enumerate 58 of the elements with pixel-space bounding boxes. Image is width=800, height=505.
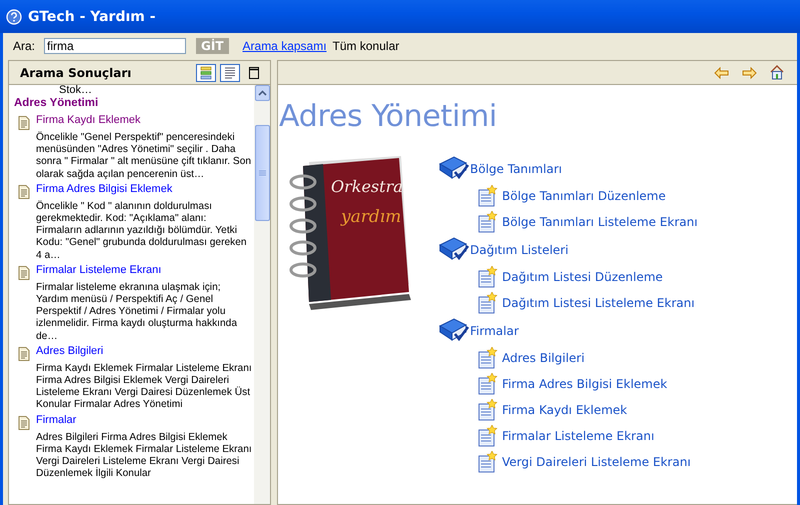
result-snippet: Firma Kaydı Eklemek Firmalar Listeleme Ekranı Firma Adres Bilgisi Eklemek Vergi Daireleri Listeleme Ekranı Vergi Dairesi Düzenlemek Üst Konular Firmalar Adres Yönetimi xyxy=(36,362,253,412)
group-view-button[interactable] xyxy=(196,64,216,82)
subtopic-link[interactable]: Dağıtım Listesi Listeleme Ekranı xyxy=(502,296,695,310)
result-snippet: Stok… xyxy=(58,85,94,93)
document-star-icon xyxy=(476,185,498,207)
search-scope-value: Tüm konular xyxy=(332,38,400,52)
subtopic-link[interactable]: Bölge Tanımları Düzenleme xyxy=(502,189,666,203)
result-link[interactable]: Firmalar Listeleme Ekranı xyxy=(36,264,162,280)
pane-title: Arama Sonuçları xyxy=(19,66,132,80)
subtopic-link[interactable]: Firma Kaydı Eklemek xyxy=(502,403,628,417)
topic-link[interactable]: Dağıtım Listeleri xyxy=(470,242,568,256)
document-icon xyxy=(18,116,30,130)
document-star-icon xyxy=(476,373,498,395)
document-icon xyxy=(18,184,30,199)
document-star-icon xyxy=(476,211,498,233)
subtopic-link[interactable]: Vergi Daireleri Listeleme Ekranı xyxy=(502,455,691,469)
document-star-icon xyxy=(476,399,498,421)
document-icon xyxy=(18,266,30,280)
result-snippet: Firmalar listeleme ekranına ulaşmak için; Yardım menüsü / Perspektifi Aç / Genel Perspektif / Adres Yönetimi / Firmalar yolu izlenmelidir. Firma kaydı oluşturma hakkında de… xyxy=(36,282,238,343)
document-icon xyxy=(18,346,30,361)
scrollbar[interactable] xyxy=(254,85,270,504)
result-group-title: Adres Yönetimi xyxy=(14,97,100,109)
subtopic-link[interactable]: Firma Adres Bilgisi Eklemek xyxy=(502,377,668,391)
book-check-icon xyxy=(438,156,470,182)
maximize-icon xyxy=(249,66,259,78)
result-snippet: Öncelikle "Genel Perspektif" penceresindeki menüsünden "Adres Yönetimi" seçilir . Daha sonra " Firmalar " alt menüsüne çift tıklanır. Son olarak sağda açılan pencerenin üst… xyxy=(36,132,252,181)
result-link[interactable]: Firma Kaydı Eklemek xyxy=(36,114,141,130)
result-link[interactable]: Adres Bilgileri xyxy=(36,344,104,361)
result-link[interactable]: Firma Adres Bilgisi Eklemek xyxy=(36,182,172,199)
page-heading: Adres Yönetimi xyxy=(279,99,498,134)
document-star-icon xyxy=(476,425,498,447)
scrollbar-thumb[interactable] xyxy=(254,125,270,221)
book-check-icon xyxy=(438,236,470,262)
scroll-up-button[interactable] xyxy=(254,85,270,101)
result-snippet: Öncelikle " Kod " alanının doldurulması gerekmektedir. Kod: "Açıklama" alanı: Firmaların adlarının yazıldığı bölümdür. Yetki Kodu: "Genel" grubunda doldurulması gereken 4 a… xyxy=(36,200,248,262)
caret-up-icon xyxy=(258,90,266,96)
document-star-icon xyxy=(476,292,498,314)
document-star-icon xyxy=(476,451,498,473)
book-check-icon xyxy=(438,318,470,344)
topic-link[interactable]: Firmalar xyxy=(470,324,519,338)
lines-icon xyxy=(224,66,236,78)
subtopic-link[interactable]: Adres Bilgileri xyxy=(502,351,585,365)
search-field[interactable]: firma xyxy=(44,38,186,54)
document-icon xyxy=(18,416,30,430)
result-link[interactable]: Firmalar xyxy=(36,414,76,430)
subtopic-link[interactable]: Dağıtım Listesi Düzenleme xyxy=(502,270,663,284)
search-label: Ara: xyxy=(13,38,36,52)
document-star-icon xyxy=(476,266,498,288)
stacked-bars-icon xyxy=(200,66,212,80)
window-title: GTech - Yardım - xyxy=(28,8,156,24)
description-view-button[interactable] xyxy=(220,64,240,82)
subtopic-link[interactable]: Firmalar Listeleme Ekranı xyxy=(502,429,654,443)
help-icon xyxy=(6,8,22,24)
search-scope-link[interactable]: Arama kapsamı xyxy=(242,38,327,52)
result-snippet: Adres Bilgileri Firma Adres Bilgisi Eklemek Firma Kaydı Eklemek Firmalar Listeleme Ekranı Vergi Daireleri Listeleme Ekranı Vergi Dairesi Düzenlemek İlgili Konular xyxy=(36,432,253,480)
topic-link[interactable]: Bölge Tanımları xyxy=(470,162,562,176)
subtopic-link[interactable]: Bölge Tanımları Listeleme Ekranı xyxy=(502,215,698,229)
document-star-icon xyxy=(476,347,498,369)
